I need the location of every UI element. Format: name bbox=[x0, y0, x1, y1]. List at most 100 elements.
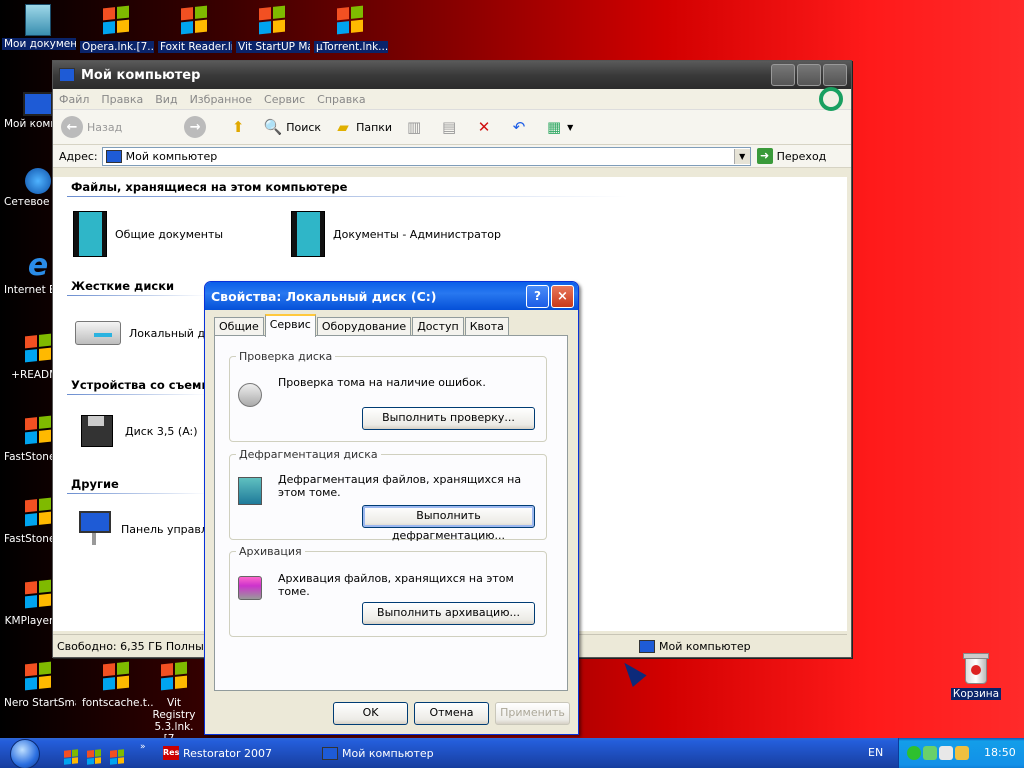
start-button[interactable] bbox=[10, 739, 40, 768]
menu-view[interactable]: Вид bbox=[149, 93, 183, 106]
forward-button[interactable]: → bbox=[184, 116, 210, 138]
task-restorator[interactable]: Res Restorator 2007 bbox=[163, 743, 272, 763]
section-hard-disks: Жесткие диски bbox=[71, 279, 175, 293]
go-arrow-icon: ➜ bbox=[756, 148, 773, 164]
cancel-button[interactable]: Отмена bbox=[414, 702, 489, 725]
address-input[interactable]: Мой компьютер ▼ bbox=[101, 146, 751, 166]
copy-to-button[interactable]: ▤ bbox=[439, 117, 462, 137]
minimize-button[interactable] bbox=[771, 64, 795, 86]
desktop-icon-label: Foxit Reader.lnk bbox=[158, 41, 232, 53]
desktop-icon-label: Мои документы bbox=[2, 38, 76, 50]
chevron-down-icon: ▼ bbox=[567, 122, 574, 132]
ok-button[interactable]: OK bbox=[333, 702, 408, 725]
section-divider bbox=[67, 493, 207, 494]
item-local-disk[interactable]: Локальный дис bbox=[75, 321, 218, 345]
folders-icon: ▰ bbox=[337, 118, 349, 136]
backup-now-button[interactable]: Выполнить архивацию... bbox=[362, 602, 535, 625]
desktop-icon-nero[interactable]: Nero StartSmart.lnk bbox=[2, 660, 76, 712]
quicklaunch-icon-1[interactable] bbox=[64, 746, 78, 765]
tray-network-icon[interactable] bbox=[923, 746, 937, 760]
folders-label: Папки bbox=[356, 120, 393, 134]
menu-edit[interactable]: Правка bbox=[95, 93, 149, 106]
close-button[interactable] bbox=[823, 64, 847, 86]
explorer-titlebar[interactable]: Мой компьютер bbox=[53, 61, 851, 89]
dialog-titlebar[interactable]: Свойства: Локальный диск (C:) ? × bbox=[205, 282, 578, 310]
maximize-button[interactable] bbox=[797, 64, 821, 86]
apply-button[interactable]: Применить bbox=[495, 702, 570, 725]
folder-icon bbox=[25, 4, 51, 36]
tab-hardware[interactable]: Оборудование bbox=[316, 317, 412, 336]
menu-file[interactable]: Файл bbox=[53, 93, 95, 106]
item-shared-documents[interactable]: Общие документы bbox=[73, 211, 223, 257]
desktop-icon-recycle-bin[interactable]: Корзина bbox=[948, 653, 1004, 700]
item-admin-documents[interactable]: Документы - Администратор bbox=[291, 211, 501, 257]
desktop-icon-opera[interactable]: Opera.lnk.[7... bbox=[80, 4, 154, 56]
desktop-icon-label: Vit StartUP Manager.lnk bbox=[236, 41, 310, 53]
desktop-icon-foxit[interactable]: Foxit Reader.lnk bbox=[158, 4, 232, 56]
internet-explorer-icon: e bbox=[27, 248, 49, 283]
computer-icon bbox=[322, 746, 338, 760]
task-label: Restorator 2007 bbox=[183, 746, 273, 760]
group-title: Проверка диска bbox=[236, 350, 336, 363]
tray-tool-icon[interactable] bbox=[955, 746, 969, 760]
defragment-now-button[interactable]: Выполнить дефрагментацию... bbox=[362, 505, 535, 542]
delete-button[interactable]: ✕ bbox=[474, 117, 497, 137]
chevron-right-icon[interactable]: » bbox=[140, 742, 146, 752]
group-defrag: Дефрагментация диска Дефрагментация файл… bbox=[229, 448, 547, 542]
item-control-panel[interactable]: Панель управле bbox=[79, 511, 215, 547]
tab-tools[interactable]: Сервис bbox=[264, 314, 316, 337]
search-button[interactable]: 🔍 Поиск bbox=[263, 117, 321, 137]
mouse-pointer-icon bbox=[617, 657, 647, 687]
tray-green-icon[interactable] bbox=[907, 746, 921, 760]
move-to-button[interactable]: ▥ bbox=[404, 117, 427, 137]
desktop-icon-fontscache[interactable]: fontscache.t... bbox=[80, 660, 154, 712]
network-icon bbox=[25, 168, 51, 194]
up-button[interactable]: ⬆ bbox=[228, 117, 251, 137]
section-removable: Устройства со съемны bbox=[71, 378, 220, 392]
tray-volume-icon[interactable] bbox=[939, 746, 953, 760]
computer-icon bbox=[59, 68, 75, 82]
desktop-icon-my-documents[interactable]: Мои документы bbox=[2, 4, 76, 53]
task-my-computer[interactable]: Мой компьютер bbox=[322, 743, 434, 763]
backup-icon bbox=[238, 576, 262, 600]
section-divider bbox=[67, 196, 627, 197]
undo-button[interactable]: ↶ bbox=[509, 117, 532, 137]
back-button[interactable]: ← Назад bbox=[61, 116, 122, 138]
desktop-icon-vit-registry[interactable]: Vit Registry 5.3.lnk.[7... bbox=[144, 660, 204, 748]
check-now-button[interactable]: Выполнить проверку... bbox=[362, 407, 535, 430]
quicklaunch-icon-2[interactable] bbox=[87, 746, 101, 765]
computer-icon bbox=[23, 92, 53, 116]
copy-to-icon: ▤ bbox=[441, 118, 457, 136]
quicklaunch-icon-3[interactable] bbox=[110, 746, 124, 765]
hard-disk-icon bbox=[75, 321, 121, 345]
task-label: Мой компьютер bbox=[342, 746, 434, 760]
dialog-close-button[interactable]: × bbox=[551, 284, 574, 308]
disk-check-icon bbox=[238, 383, 262, 407]
folders-button[interactable]: ▰ Папки bbox=[333, 117, 392, 137]
chevron-down-icon[interactable]: ▼ bbox=[733, 148, 750, 164]
windows-logo-icon bbox=[819, 87, 843, 111]
defrag-icon bbox=[238, 477, 262, 505]
language-indicator[interactable]: EN bbox=[868, 746, 883, 759]
menu-tools[interactable]: Сервис bbox=[258, 93, 311, 106]
windows-flag-icon bbox=[178, 5, 210, 39]
computer-icon bbox=[105, 149, 122, 163]
delete-icon: ✕ bbox=[477, 118, 491, 136]
desktop-icon-utorrent[interactable]: µTorrent.lnk... bbox=[314, 4, 388, 56]
clock[interactable]: 18:50 bbox=[984, 746, 1016, 759]
menu-help[interactable]: Справка bbox=[311, 93, 371, 106]
help-button[interactable]: ? bbox=[526, 284, 549, 308]
desktop-icon-label: fontscache.t... bbox=[82, 697, 154, 709]
tab-general[interactable]: Общие bbox=[214, 317, 264, 336]
menu-favorites[interactable]: Избранное bbox=[184, 93, 258, 106]
tab-quota[interactable]: Квота bbox=[464, 317, 509, 336]
go-button[interactable]: ➜ Переход bbox=[756, 148, 826, 164]
item-floppy[interactable]: Диск 3,5 (A:) bbox=[81, 415, 198, 447]
restorator-icon: Res bbox=[163, 746, 179, 760]
desktop-icon-vit-startup[interactable]: Vit StartUP Manager.lnk bbox=[236, 4, 310, 56]
section-divider bbox=[67, 295, 207, 296]
views-button[interactable]: ▦ ▼ bbox=[544, 117, 573, 137]
tab-sharing[interactable]: Доступ bbox=[412, 317, 464, 336]
back-arrow-icon: ← bbox=[61, 116, 83, 138]
disk-properties-dialog: Свойства: Локальный диск (C:) ? × Общие … bbox=[204, 281, 579, 735]
